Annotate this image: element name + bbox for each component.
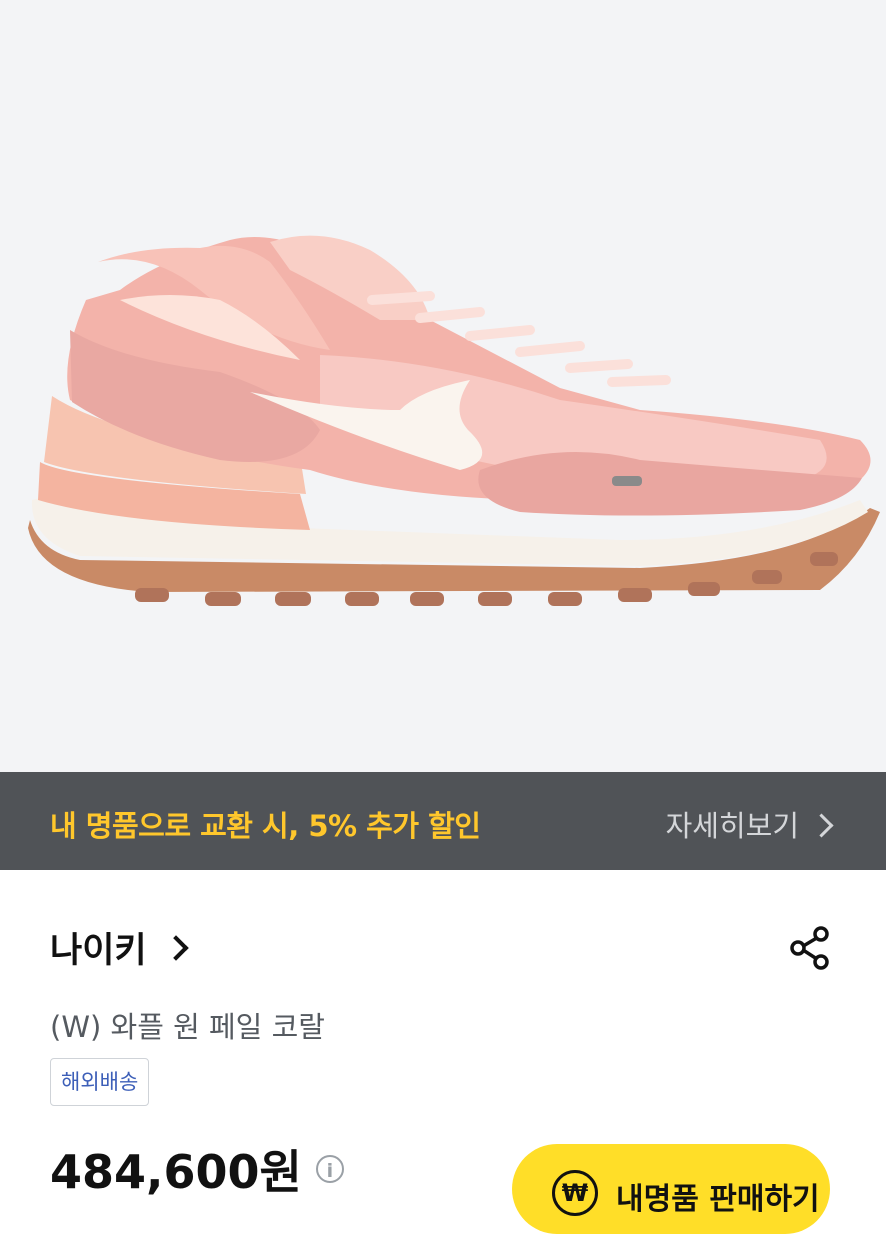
brand-link[interactable]: 나이키 xyxy=(50,922,189,973)
overseas-shipping-badge: 해외배송 xyxy=(50,1058,150,1106)
price-value: 484,600원 xyxy=(50,1145,302,1199)
product-image-area[interactable] xyxy=(0,0,886,772)
won-icon: ₩ xyxy=(552,1170,598,1216)
info-icon[interactable]: i xyxy=(315,1155,344,1183)
promo-more-link[interactable]: 자세히보기 xyxy=(665,803,834,845)
sell-my-luxury-button[interactable]: ₩ 내명품 판매하기 xyxy=(512,1144,830,1234)
chevron-right-icon xyxy=(162,934,189,961)
product-image xyxy=(28,235,880,606)
brand-name: 나이키 xyxy=(50,931,147,971)
sell-button-label: 내명품 판매하기 xyxy=(616,1182,820,1217)
share-icon xyxy=(790,926,829,970)
share-button[interactable] xyxy=(786,924,834,976)
price-row: 484,600원 i xyxy=(50,1136,344,1202)
product-name: (W) 와플 원 페일 코랄 xyxy=(50,1010,325,1044)
promo-more-label: 자세히보기 xyxy=(665,809,799,843)
chevron-right-icon xyxy=(809,812,834,838)
exchange-promo-banner[interactable]: 내 명품으로 교환 시, 5% 추가 할인 자세히보기 xyxy=(0,772,886,870)
promo-text: 내 명품으로 교환 시, 5% 추가 할인 xyxy=(50,809,481,843)
